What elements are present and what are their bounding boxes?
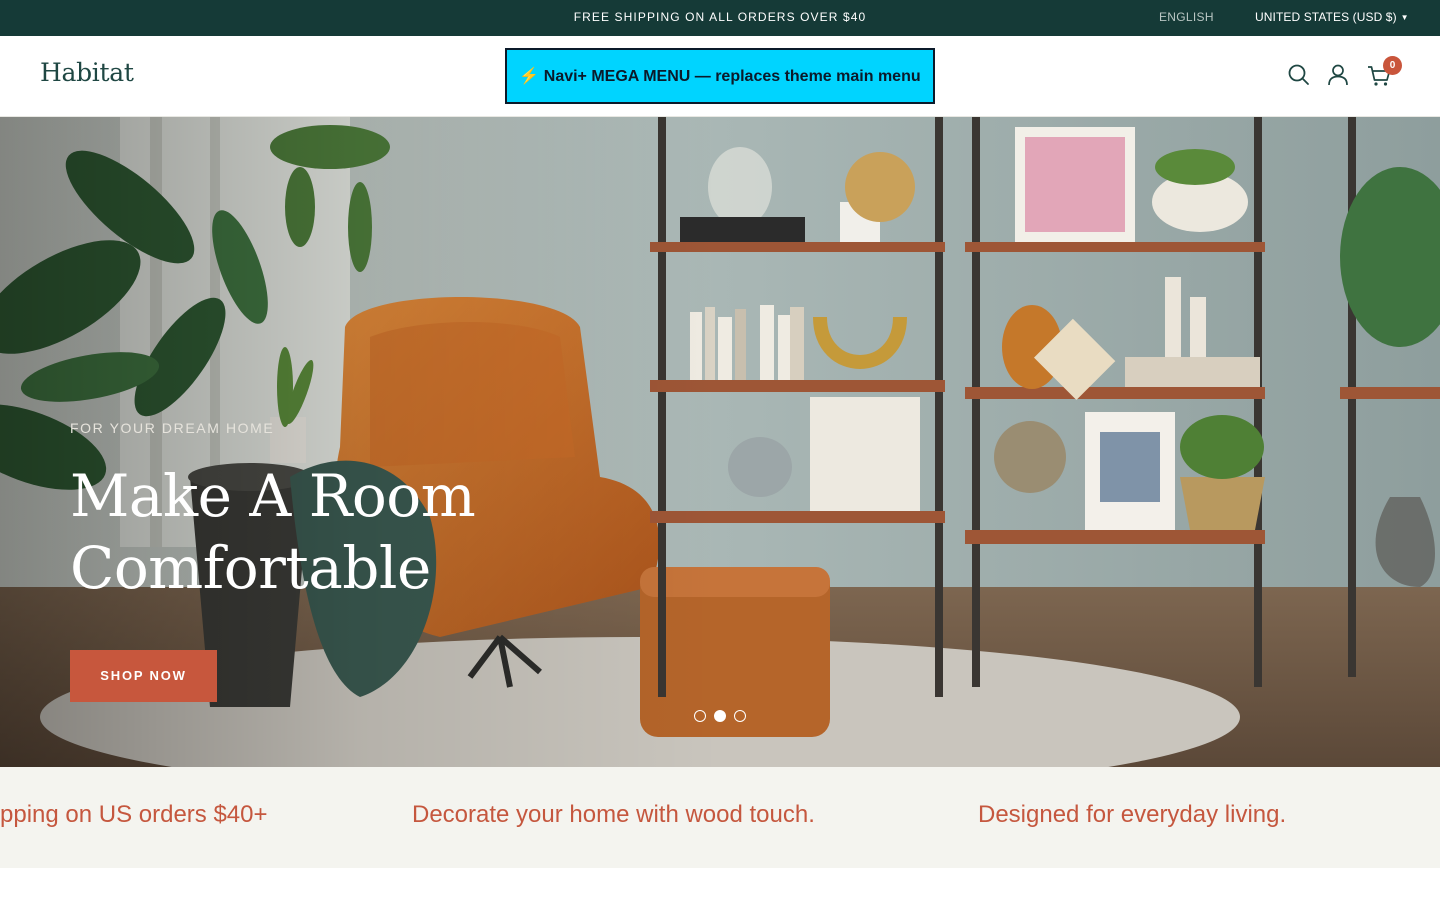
site-logo[interactable]: Habitat xyxy=(40,58,134,87)
country-selector[interactable]: UNITED STATES (USD $) ▼ xyxy=(1255,0,1409,36)
mega-menu-label: ⚡ Navi+ MEGA MENU — replaces theme main … xyxy=(519,68,921,85)
marquee-item: Designed for everyday living. xyxy=(978,801,1287,828)
marquee-item: pping on US orders $40+ xyxy=(0,801,268,828)
language-selector[interactable]: ENGLISH xyxy=(1159,0,1214,36)
shop-now-button[interactable]: SHOP NOW xyxy=(70,650,217,702)
marquee-strip: pping on US orders $40+ Decorate your ho… xyxy=(0,767,1440,868)
language-label: ENGLISH xyxy=(1159,10,1214,24)
country-label: UNITED STATES (USD $) xyxy=(1255,10,1397,24)
slide-dot-2[interactable] xyxy=(714,710,726,722)
site-header: Habitat ⚡ Navi+ MEGA MENU — replaces the… xyxy=(0,36,1440,117)
hero-eyebrow: FOR YOUR DREAM HOME xyxy=(70,420,275,436)
announcement-text: FREE SHIPPING ON ALL ORDERS OVER $40 xyxy=(573,10,867,24)
caret-down-icon: ▼ xyxy=(1400,13,1409,22)
search-icon[interactable] xyxy=(1286,62,1312,88)
marquee-item: Decorate your home with wood touch. xyxy=(412,801,815,828)
slide-dot-1[interactable] xyxy=(694,710,706,722)
hero-slideshow: FOR YOUR DREAM HOME Make A Room Comforta… xyxy=(0,117,1440,767)
mega-menu-button[interactable]: ⚡ Navi+ MEGA MENU — replaces theme main … xyxy=(505,48,935,104)
account-icon[interactable] xyxy=(1325,62,1351,88)
announcement-bar: FREE SHIPPING ON ALL ORDERS OVER $40 ENG… xyxy=(0,0,1440,36)
cart-count-badge: 0 xyxy=(1383,56,1402,75)
slide-dot-3[interactable] xyxy=(734,710,746,722)
hero-title: Make A Room Comfortable xyxy=(70,462,476,602)
